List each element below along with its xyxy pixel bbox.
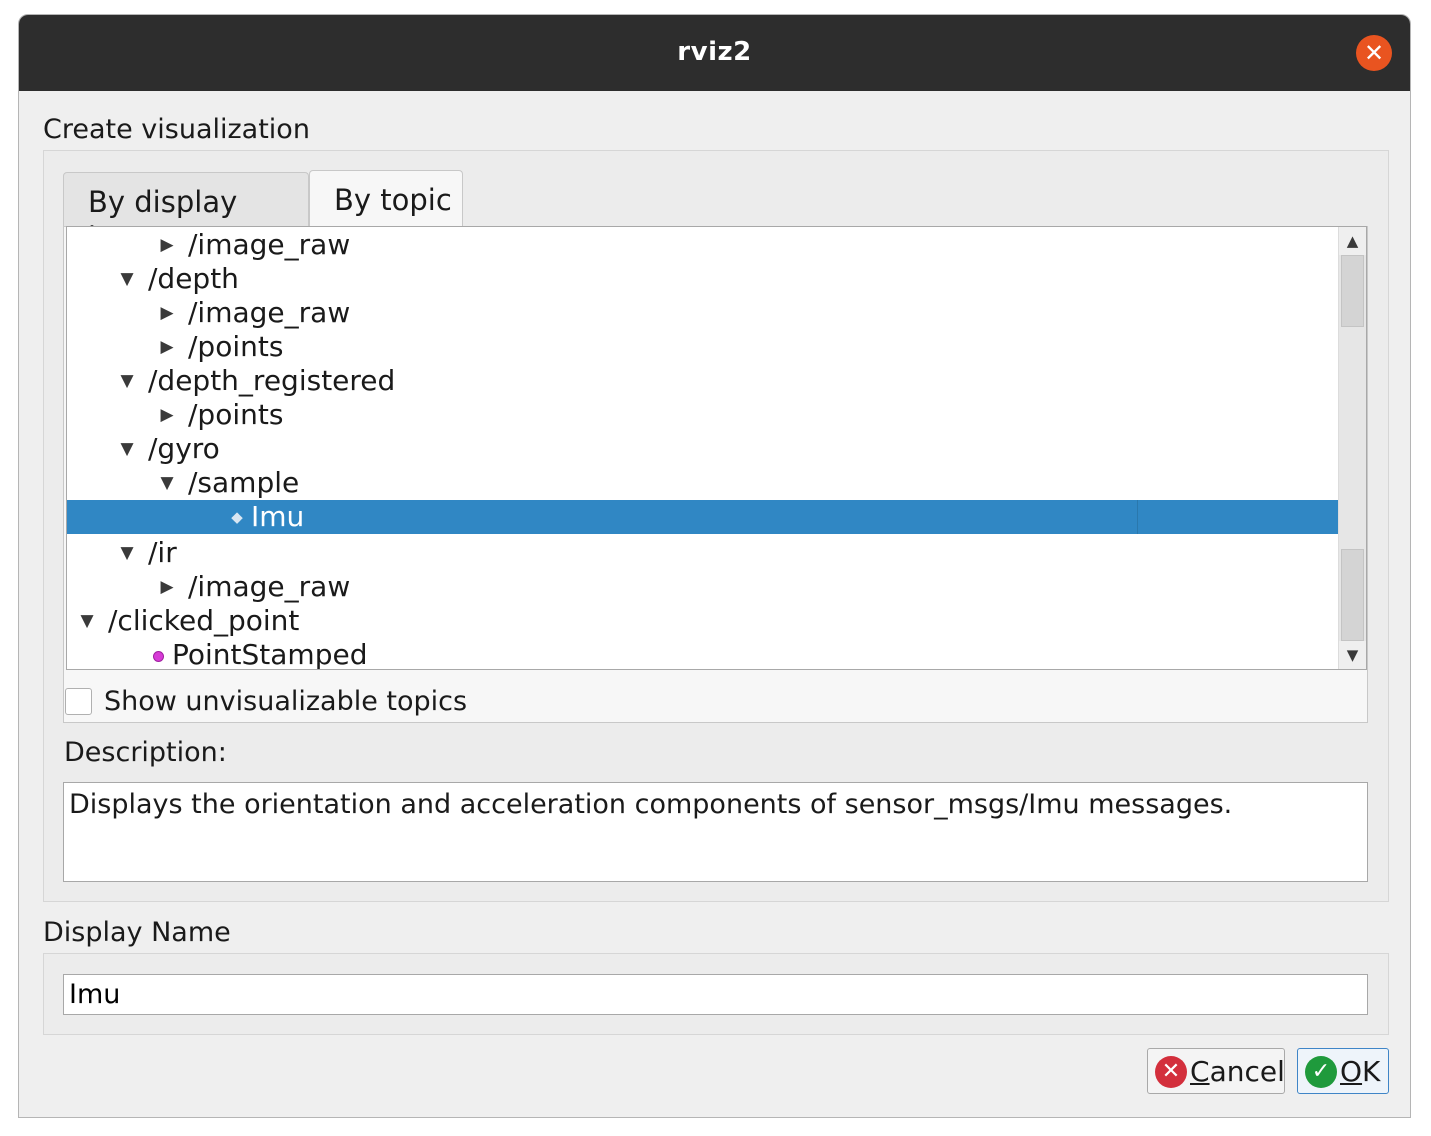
show-unvisualizable-checkbox[interactable] — [65, 688, 92, 715]
point-dot-icon — [153, 651, 164, 662]
chevron-down-icon[interactable]: ▼ — [77, 604, 97, 638]
window-title: rviz2 — [677, 37, 752, 67]
chevron-down-icon[interactable]: ▼ — [117, 432, 137, 466]
tab-by-topic[interactable]: By topic — [309, 170, 463, 230]
tree-item-label: /gyro — [148, 432, 220, 465]
description-text: Displays the orientation and acceleratio… — [63, 782, 1368, 882]
tree-item[interactable]: PointStamped — [67, 638, 1338, 670]
show-unvisualizable-label[interactable]: Show unvisualizable topics — [104, 686, 467, 717]
close-icon: ✕ — [1363, 39, 1385, 67]
tree-item-label: Imu — [251, 500, 305, 533]
tree-item-label: /image_raw — [188, 296, 351, 329]
chevron-right-icon[interactable]: ▶ — [157, 398, 177, 432]
close-button[interactable]: ✕ — [1356, 35, 1392, 71]
tree-item-label: PointStamped — [172, 638, 368, 670]
tree-item-label: /depth — [148, 262, 239, 295]
imu-diamond-icon: ◆ — [231, 508, 243, 526]
tree-item-label: /image_raw — [188, 570, 351, 603]
tree-item-label: /ir — [148, 536, 177, 569]
tree-item-label: /clicked_point — [108, 604, 300, 637]
tree-item-label: /depth_registered — [148, 364, 396, 397]
tree-item-label: /points — [188, 330, 284, 363]
chevron-right-icon[interactable]: ▶ — [157, 296, 177, 330]
tree-item[interactable]: ▶ /image_raw — [67, 570, 1338, 604]
ok-label-rest: K — [1362, 1055, 1381, 1088]
tree-item[interactable]: ▼ /clicked_point — [67, 604, 1338, 638]
tree-item-label: /image_raw — [188, 228, 351, 261]
create-visualization-label: Create visualization — [43, 114, 310, 145]
tree-item[interactable]: ▼ /depth — [67, 262, 1338, 296]
cancel-label: Cancel — [1190, 1055, 1285, 1088]
cancel-icon: ✕ — [1155, 1056, 1187, 1088]
scroll-track-shade — [1341, 549, 1364, 641]
chevron-down-icon[interactable]: ▼ — [117, 262, 137, 296]
chevron-right-icon[interactable]: ▶ — [157, 330, 177, 364]
tree-item[interactable]: ▶ /image_raw — [67, 228, 1338, 262]
ok-button[interactable]: ✓ OK — [1297, 1048, 1389, 1094]
tree-item[interactable]: ▼ /ir — [67, 536, 1338, 570]
chevron-right-icon[interactable]: ▶ — [157, 228, 177, 262]
tab-by-display-type[interactable]: By display type — [63, 172, 309, 253]
column-divider — [1137, 500, 1138, 534]
scroll-down-icon[interactable]: ▼ — [1339, 641, 1366, 669]
tree-item[interactable]: ▶ /points — [67, 398, 1338, 432]
cancel-button[interactable]: ✕ Cancel — [1147, 1048, 1285, 1094]
topic-tree[interactable]: ▶ /image_raw ▼ /depth ▶ /image_raw ▶ /po… — [66, 226, 1367, 670]
tab-label: By topic — [334, 183, 452, 217]
tree-item[interactable]: ▶ /image_raw — [67, 296, 1338, 330]
tree-item[interactable]: ▶ /points — [67, 330, 1338, 364]
tree-item-label: /sample — [188, 466, 300, 499]
tree-item[interactable]: ▼ /sample — [67, 466, 1338, 500]
chevron-right-icon[interactable]: ▶ — [157, 570, 177, 604]
tree-item[interactable]: ▼ /depth_registered — [67, 364, 1338, 398]
cancel-label-rest: ancel — [1209, 1055, 1285, 1088]
chevron-down-icon[interactable]: ▼ — [157, 466, 177, 500]
display-name-label: Display Name — [43, 917, 231, 948]
checkmark-icon: ✓ — [1305, 1056, 1337, 1088]
tree-item[interactable]: ▼ /gyro — [67, 432, 1338, 466]
description-label: Description: — [64, 737, 227, 768]
ok-mnemonic: O — [1340, 1055, 1363, 1088]
description-body: Displays the orientation and acceleratio… — [69, 789, 1233, 820]
tree-item-label: /points — [188, 398, 284, 431]
tree-scrollbar[interactable]: ▲ ▼ — [1338, 227, 1366, 669]
chevron-down-icon[interactable]: ▼ — [117, 364, 137, 398]
display-name-input[interactable] — [63, 974, 1368, 1015]
chevron-down-icon[interactable]: ▼ — [117, 536, 137, 570]
ok-label: OK — [1340, 1055, 1380, 1088]
tree-item-selected[interactable]: ◆ Imu — [67, 500, 1338, 534]
scroll-thumb[interactable] — [1341, 255, 1364, 327]
scroll-up-icon[interactable]: ▲ — [1339, 227, 1366, 255]
title-bar[interactable]: rviz2 ✕ — [19, 15, 1410, 91]
scroll-track[interactable] — [1339, 255, 1366, 641]
cancel-mnemonic: C — [1190, 1055, 1210, 1088]
